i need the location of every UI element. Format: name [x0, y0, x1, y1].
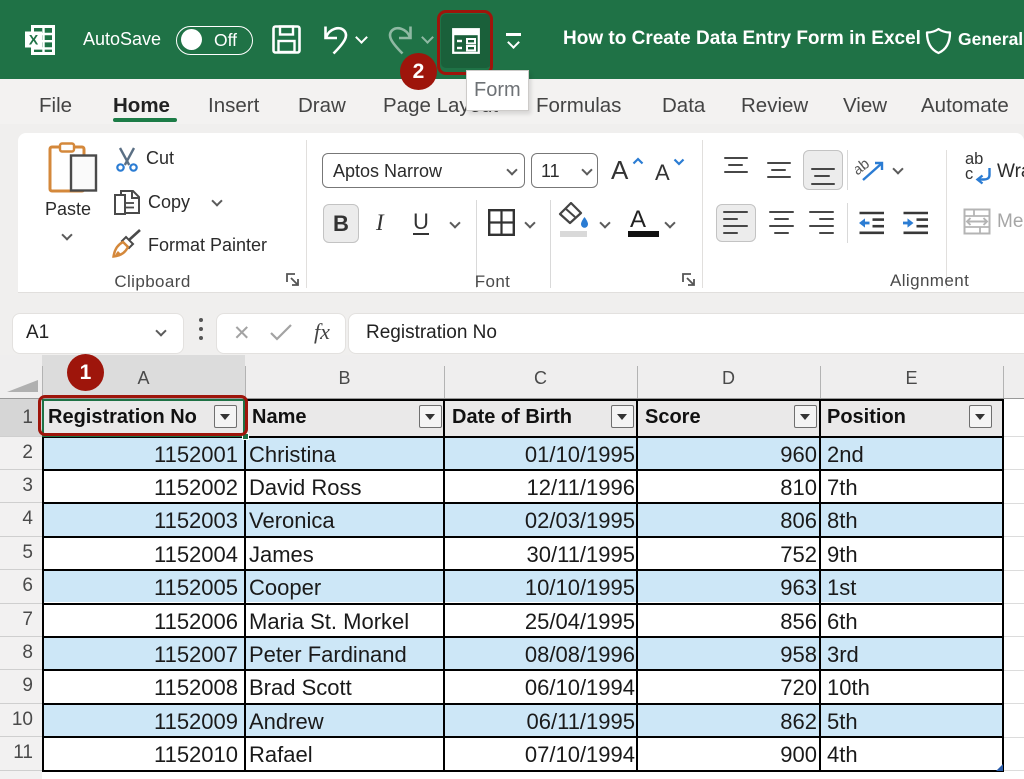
- svg-text:ab: ab: [855, 156, 873, 179]
- svg-text:X: X: [29, 32, 39, 48]
